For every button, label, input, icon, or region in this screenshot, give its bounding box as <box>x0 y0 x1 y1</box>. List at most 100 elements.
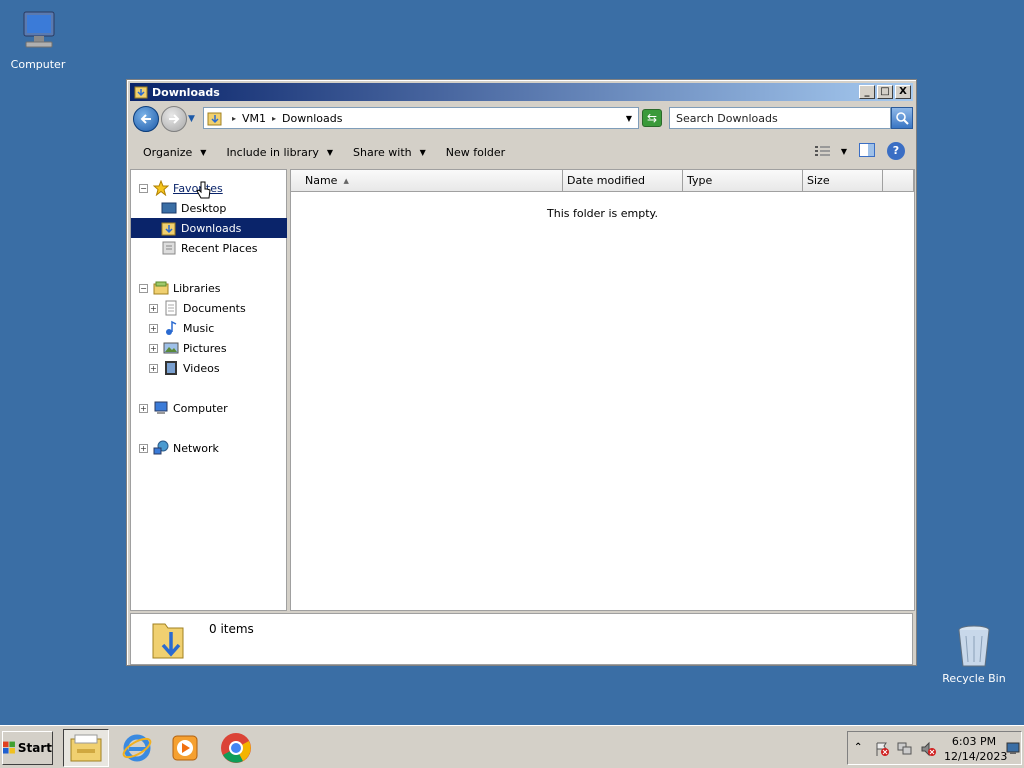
tree-item-music[interactable]: + Music <box>149 318 214 338</box>
preview-pane-icon <box>859 142 875 157</box>
search-input[interactable]: Search Downloads <box>669 107 891 129</box>
expand-icon[interactable]: + <box>139 403 148 413</box>
internet-explorer-icon <box>122 734 152 762</box>
tree-label-music: Music <box>183 321 215 335</box>
organize-button[interactable]: Organize ▼ <box>143 146 206 159</box>
command-bar: Organize ▼ Include in library ▼ Share with… <box>130 138 913 166</box>
chevron-down-icon: ▼ <box>200 147 207 157</box>
new-folder-label: New folder <box>445 145 506 159</box>
details-pane: 0 items <box>130 613 913 665</box>
help-button[interactable]: ? <box>887 142 905 160</box>
computer-label: Computer <box>10 58 66 71</box>
new-folder-button[interactable]: New folder <box>446 146 505 159</box>
tree-item-computer[interactable]: + Computer <box>139 398 228 418</box>
window-title: Downloads <box>152 85 220 99</box>
clock-time: 6:03 PM <box>951 735 997 748</box>
media-player-icon <box>172 735 198 761</box>
column-size-label: Size <box>807 174 830 187</box>
search-icon <box>896 112 909 125</box>
large-downloads-folder-icon <box>149 618 189 665</box>
taskbar: Start ⌃ 6:03 PM 12/14/2023 <box>0 725 1024 768</box>
column-header-name[interactable]: Name ▲ <box>291 170 563 192</box>
refresh-button[interactable]: ⇆ <box>642 109 662 127</box>
expand-icon[interactable]: + <box>149 363 158 373</box>
tree-item-documents[interactable]: + Documents <box>149 298 246 318</box>
expand-icon[interactable]: + <box>149 323 158 333</box>
sort-ascending-icon: ▲ <box>343 176 349 185</box>
column-header-filler <box>883 170 914 192</box>
navigation-pane: − Favorites Desktop Downloads Recent Pla… <box>130 169 287 611</box>
show-desktop-icon[interactable] <box>1006 741 1020 758</box>
videos-icon <box>163 360 179 376</box>
address-bar[interactable]: ▸ VM1 ▸ Downloads ▼ <box>203 107 639 129</box>
collapse-icon[interactable]: − <box>139 183 148 193</box>
breadcrumb-separator[interactable]: ▸ <box>232 114 236 123</box>
desktop-computer-icon[interactable]: Computer <box>0 8 76 71</box>
action-center-flag-icon[interactable] <box>874 741 890 760</box>
taskbar-chrome-button[interactable] <box>213 729 259 767</box>
chevron-down-icon: ▼ <box>419 147 426 157</box>
tree-item-videos[interactable]: + Videos <box>149 358 220 378</box>
breadcrumb-separator[interactable]: ▸ <box>272 114 276 123</box>
file-explorer-icon <box>70 734 102 762</box>
close-button[interactable]: X <box>895 85 911 99</box>
music-icon <box>163 320 179 336</box>
preview-pane-button[interactable] <box>859 142 875 160</box>
column-header-date-modified[interactable]: Date modified <box>563 170 683 192</box>
tree-item-desktop[interactable]: Desktop <box>161 198 226 218</box>
search-button[interactable] <box>891 107 913 129</box>
share-with-button[interactable]: Share with ▼ <box>353 146 426 159</box>
tree-label-network: Network <box>173 441 219 455</box>
expand-icon[interactable]: + <box>139 443 148 453</box>
minimize-button[interactable]: _ <box>859 85 875 99</box>
volume-muted-icon[interactable] <box>920 741 936 760</box>
desktop-recycle-bin-icon[interactable]: Recycle Bin <box>936 622 1012 685</box>
taskbar-explorer-button[interactable] <box>63 729 109 767</box>
recycle-bin-label: Recycle Bin <box>942 672 1006 685</box>
chevron-down-icon: ▼ <box>840 146 847 156</box>
file-list[interactable]: Name ▲ Date modified Type Size This fold… <box>290 169 915 611</box>
include-in-library-button[interactable]: Include in library ▼ <box>226 146 333 159</box>
tree-item-pictures[interactable]: + Pictures <box>149 338 227 358</box>
computer-icon <box>14 8 62 56</box>
taskbar-media-player-button[interactable] <box>162 729 208 767</box>
back-arrow-icon <box>140 114 151 124</box>
address-dropdown-icon[interactable]: ▼ <box>626 114 632 123</box>
tree-label-pictures: Pictures <box>183 341 227 355</box>
tree-item-downloads[interactable]: Downloads <box>131 218 287 238</box>
column-header-size[interactable]: Size <box>803 170 883 192</box>
breadcrumb-downloads[interactable]: Downloads <box>282 112 342 125</box>
clock[interactable]: 6:03 PM 12/14/2023 <box>944 734 1008 764</box>
column-date-label: Date modified <box>567 174 645 187</box>
breadcrumb-vm1[interactable]: VM1 <box>242 112 266 125</box>
change-view-button[interactable]: ▼ <box>814 145 847 157</box>
title-bar[interactable]: Downloads _ □ X <box>130 83 913 101</box>
collapse-icon[interactable]: − <box>139 283 148 293</box>
tree-label-documents: Documents <box>183 301 246 315</box>
back-button[interactable] <box>133 106 159 132</box>
desktop-icon <box>161 200 177 216</box>
tree-item-network[interactable]: + Network <box>139 438 219 458</box>
tree-label-videos: Videos <box>183 361 220 375</box>
search-placeholder: Search Downloads <box>676 111 778 125</box>
forward-button[interactable] <box>161 106 187 132</box>
recent-pages-dropdown[interactable]: ▼ <box>188 114 198 124</box>
taskbar-internet-explorer-button[interactable] <box>114 729 160 767</box>
maximize-button[interactable]: □ <box>877 85 893 99</box>
recent-places-icon <box>161 240 177 256</box>
show-hidden-icons-button[interactable]: ⌃ <box>854 742 862 753</box>
share-with-label: Share with <box>353 145 412 159</box>
folder-download-icon <box>134 85 148 99</box>
tree-item-libraries[interactable]: − Libraries <box>139 278 221 298</box>
column-type-label: Type <box>687 174 713 187</box>
tree-label-downloads: Downloads <box>181 221 242 235</box>
mouse-cursor-hand-icon <box>196 181 212 206</box>
navigation-bar: ▼ ▸ VM1 ▸ Downloads ▼ ⇆ Search Downloads <box>130 104 913 134</box>
expand-icon[interactable]: + <box>149 343 158 353</box>
tree-item-recent-places[interactable]: Recent Places <box>161 238 258 258</box>
start-button[interactable]: Start <box>2 731 53 765</box>
clock-date: 12/14/2023 <box>944 750 1008 763</box>
expand-icon[interactable]: + <box>149 303 158 313</box>
column-header-type[interactable]: Type <box>683 170 803 192</box>
network-status-icon[interactable] <box>897 741 913 760</box>
